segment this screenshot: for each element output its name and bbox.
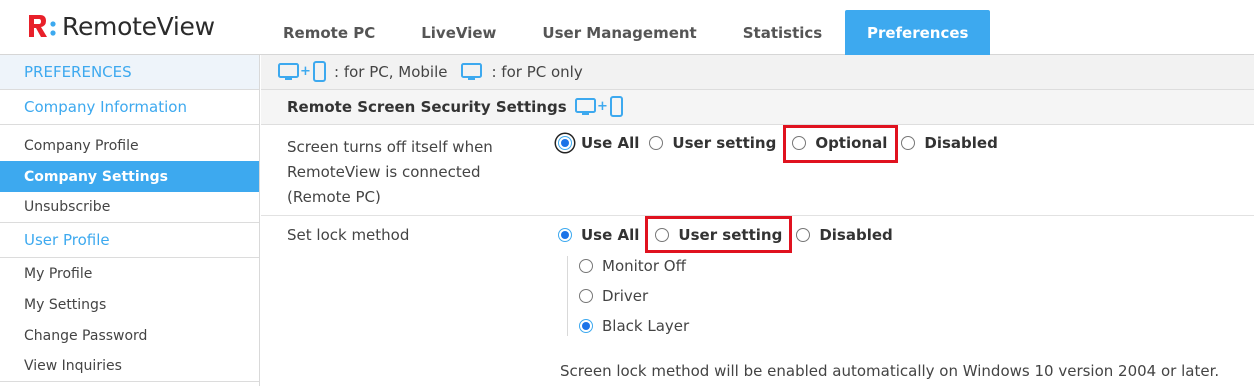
sidebar-group-user-profile[interactable]: User Profile — [0, 223, 259, 258]
lock-option-use-all[interactable]: Use All — [558, 226, 639, 244]
legend-pc-mobile-text: : for PC, Mobile — [334, 63, 448, 81]
tab-remote-pc[interactable]: Remote PC — [260, 10, 398, 55]
section-title: Remote Screen Security Settings + — [261, 90, 1254, 125]
lock-method-note: Screen lock method will be enabled autom… — [560, 362, 1220, 380]
radio-button[interactable] — [649, 136, 664, 150]
radio-button[interactable] — [579, 259, 593, 273]
device-legend: + : for PC, Mobile : for PC only — [261, 55, 1254, 90]
main-nav: Remote PC LiveView User Management Stati… — [260, 10, 991, 55]
sidebar-item-company-settings[interactable]: Company Settings — [0, 161, 259, 192]
screen-off-option-disabled[interactable]: Disabled — [901, 134, 998, 152]
tab-user-management[interactable]: User Management — [519, 10, 719, 55]
pc-mobile-icon: + — [278, 61, 330, 83]
sidebar-item-my-settings[interactable]: My Settings — [0, 289, 259, 320]
sidebar-group-company-information[interactable]: Company Information — [0, 90, 259, 125]
lock-sub-option-black-layer[interactable]: Black Layer — [579, 316, 689, 336]
pc-only-icon — [461, 61, 483, 83]
sidebar-heading: PREFERENCES — [0, 55, 259, 90]
radio-button[interactable] — [901, 136, 916, 150]
radio-button[interactable] — [796, 228, 811, 242]
highlight-box-optional — [783, 125, 898, 163]
tab-preferences[interactable]: Preferences — [845, 10, 991, 55]
remoteview-logo[interactable]: RemoteView — [26, 10, 215, 42]
sidebar-item-view-inquiries[interactable]: View Inquiries — [0, 351, 259, 382]
radio-button[interactable] — [558, 228, 572, 242]
radio-button[interactable] — [579, 289, 593, 303]
lock-sub-option-monitor-off[interactable]: Monitor Off — [579, 256, 689, 276]
lock-option-disabled[interactable]: Disabled — [796, 226, 893, 244]
screen-off-setting-row: Screen turns off itself when RemoteView … — [261, 125, 1254, 216]
highlight-box-user-setting — [645, 216, 792, 253]
sidebar: PREFERENCES Company Information Company … — [0, 55, 260, 386]
logo-icon — [26, 11, 60, 41]
tab-liveview[interactable]: LiveView — [398, 10, 519, 55]
sidebar-item-change-password[interactable]: Change Password — [0, 320, 259, 351]
sidebar-item-company-profile[interactable]: Company Profile — [0, 130, 259, 161]
pc-mobile-icon: + — [574, 96, 627, 118]
radio-button[interactable] — [579, 319, 593, 333]
radio-button[interactable] — [558, 136, 572, 150]
tab-statistics[interactable]: Statistics — [720, 10, 845, 55]
svg-text:+: + — [597, 99, 608, 114]
sidebar-item-my-profile[interactable]: My Profile — [0, 258, 259, 289]
screen-off-label: Screen turns off itself when RemoteView … — [287, 138, 493, 206]
screen-off-option-use-all[interactable]: Use All — [558, 134, 639, 152]
lock-method-label: Set lock method — [287, 226, 410, 244]
legend-pc-only-text: : for PC only — [491, 63, 583, 81]
lock-sub-option-driver[interactable]: Driver — [579, 286, 689, 306]
screen-off-option-user-setting[interactable]: User setting — [649, 134, 776, 152]
section-title-text: Remote Screen Security Settings — [287, 98, 567, 116]
sidebar-item-unsubscribe[interactable]: Unsubscribe — [0, 192, 259, 223]
lock-method-sub-options: Monitor Off Driver Black Layer — [567, 256, 689, 336]
top-header: RemoteView Remote PC LiveView User Manag… — [0, 0, 1254, 55]
svg-text:+: + — [300, 64, 311, 79]
logo-text: RemoteView — [62, 11, 215, 41]
